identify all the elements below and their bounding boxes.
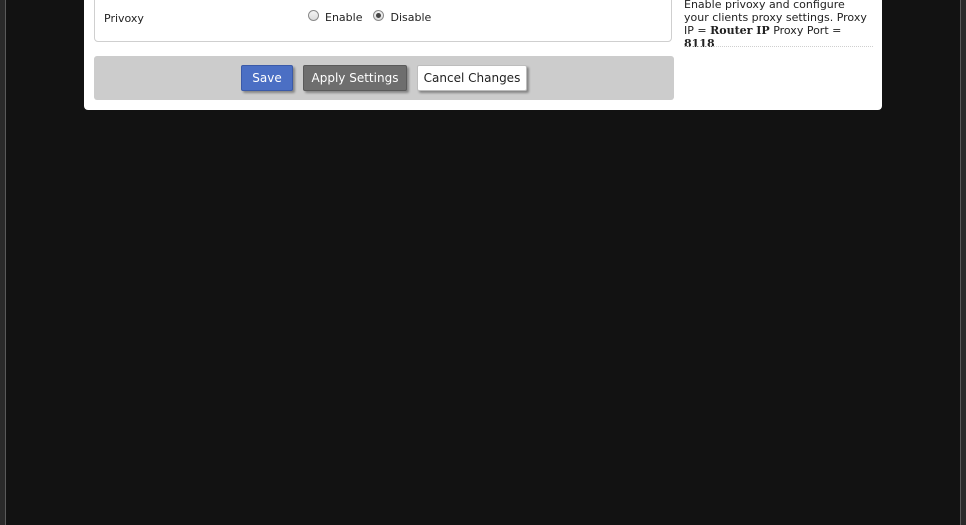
privoxy-fieldset: Privoxy Enable Disable — [94, 0, 672, 42]
privoxy-disable-label[interactable]: Disable — [390, 11, 431, 24]
action-button-bar: Save Apply Settings Cancel Changes — [94, 56, 674, 100]
help-port: 8118 — [684, 37, 715, 50]
privoxy-disable-radio[interactable] — [373, 10, 385, 21]
privoxy-label: Privoxy — [104, 12, 144, 25]
save-button[interactable]: Save — [241, 65, 293, 91]
window-frame-right — [960, 0, 966, 525]
help-divider — [684, 46, 873, 47]
window-frame-left — [0, 0, 6, 525]
privoxy-radio-group: Enable Disable — [308, 9, 442, 24]
help-router-ip: Router IP — [710, 24, 770, 37]
apply-settings-button[interactable]: Apply Settings — [303, 65, 407, 91]
cancel-changes-button[interactable]: Cancel Changes — [417, 65, 527, 91]
settings-panel: Privoxy Enable Disable Save Apply Settin… — [84, 0, 882, 110]
help-text: Enable privoxy and configure your client… — [684, 0, 873, 50]
help-text-2: Proxy Port = — [769, 24, 842, 37]
privoxy-enable-radio[interactable] — [308, 10, 319, 21]
privoxy-enable-label[interactable]: Enable — [325, 11, 362, 24]
